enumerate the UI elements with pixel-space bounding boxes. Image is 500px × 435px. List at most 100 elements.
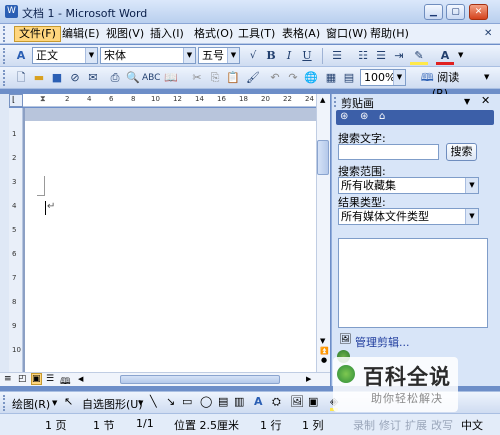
email-icon[interactable]: ✉ [84,69,102,87]
wordart-icon[interactable]: A [254,395,263,408]
tables-borders-icon[interactable]: ▦ [322,69,340,87]
close-button[interactable]: ✕ [469,4,488,20]
vertical-scrollbar[interactable]: ▲ ▼ ⏫ ● [316,94,330,372]
horizontal-scrollbar[interactable]: ≡ ◰ ▣ ☰ 🕮 ◀ ▶ [0,372,330,387]
search-input[interactable] [338,144,439,160]
back-icon[interactable]: ⊛ [340,111,348,122]
status-trk[interactable]: 修订 [379,417,401,433]
diagram-icon[interactable]: ⛭ [272,395,281,409]
font-color-button[interactable]: A [436,47,454,65]
document-page[interactable]: ↵ [25,121,316,372]
font-select[interactable]: 宋体 ▼ [100,47,196,64]
bulleted-list-icon[interactable]: ☰ [372,47,390,65]
task-pane-menu-icon[interactable]: ▼ [464,97,470,106]
outline-view-icon[interactable]: ☰ [46,374,54,384]
print-icon[interactable]: ⎙ [106,69,124,87]
reading-button[interactable]: 🕮 阅读(R) [412,69,468,100]
underline-button[interactable]: U [298,47,316,65]
menu-view[interactable]: 视图(V) [102,26,148,42]
task-pane-close-icon[interactable]: ✕ [481,94,490,107]
autoshapes-menu[interactable]: 自选图形(U) [82,396,143,412]
indent-marker-icon[interactable]: ⧗ [40,94,46,104]
scroll-down-icon[interactable]: ▼ [320,337,325,345]
print-preview-icon[interactable]: 🔍 [124,69,142,87]
status-rec[interactable]: 录制 [353,417,375,433]
spelling-icon[interactable]: ABC [142,69,160,87]
undo-icon[interactable]: ↶ [266,69,284,87]
search-scope-select[interactable]: 所有收藏集 ▼ [338,177,479,194]
toolbar-grip[interactable] [3,70,7,86]
help-icon[interactable]: ✕ [484,28,492,39]
font-size-select[interactable]: 五号 ▼ [198,47,240,64]
hscroll-thumb[interactable] [120,375,280,384]
format-painter-icon[interactable]: 🖌 [244,69,262,87]
select-browse-object-icon[interactable]: ● [321,356,327,364]
organize-clips-link[interactable]: 管理剪辑... [355,334,410,350]
print-layout-icon[interactable]: ▣ [31,373,42,385]
indent-icon[interactable]: ⇥ [390,47,408,65]
select-objects-icon[interactable]: ↖ [64,395,73,408]
forward-icon[interactable]: ⊛ [360,111,368,122]
scroll-right-icon[interactable]: ▶ [306,375,311,383]
results-type-select[interactable]: 所有媒体文件类型 ▼ [338,208,479,225]
chevron-down-icon[interactable]: ▼ [458,51,463,59]
permission-icon[interactable]: ⊘ [66,69,84,87]
italic-button[interactable]: I [280,47,298,65]
minimize-button[interactable]: ▁ [424,4,443,20]
style-select[interactable]: 正文 ▼ [32,47,98,64]
maximize-button[interactable]: ▢ [446,4,465,20]
oval-icon[interactable]: ◯ [200,395,212,408]
copy-icon[interactable]: ⎘ [206,69,224,87]
vertical-ruler[interactable]: 1 2 3 4 5 6 7 8 9 10 [9,108,23,372]
status-ovr[interactable]: 改写 [431,417,453,433]
clipart-icon[interactable]: 🖼 [290,395,304,408]
menu-file[interactable]: 文件(F) [14,26,61,42]
textbox-icon[interactable]: ▤ [218,395,228,408]
toolbar-grip[interactable] [3,395,7,411]
align-icon[interactable]: ☰ [328,47,346,65]
horizontal-ruler[interactable]: ⧗ 2 4 6 8 10 12 14 16 18 20 22 24 [9,94,318,107]
menu-format[interactable]: 格式(O) [190,26,237,42]
equation-icon[interactable]: √ [244,47,262,65]
tab-selector[interactable]: ⌊ [9,94,23,107]
numbered-list-icon[interactable]: ☷ [354,47,372,65]
hyperlink-icon[interactable]: 🌐 [302,69,320,87]
redo-icon[interactable]: ↷ [284,69,302,87]
insert-table-icon[interactable]: ▤ [340,69,358,87]
bold-button[interactable]: B [262,47,280,65]
menubar-grip[interactable] [3,26,7,42]
scroll-thumb[interactable] [317,140,329,175]
open-folder-icon[interactable]: ▬ [30,69,48,87]
picture-icon[interactable]: ▣ [308,395,318,408]
toolbar-grip[interactable] [3,48,7,64]
paste-icon[interactable]: 📋 [224,69,242,87]
styles-icon[interactable]: A [12,47,30,65]
menu-edit[interactable]: 编辑(E) [58,26,104,42]
scroll-left-icon[interactable]: ◀ [78,375,83,383]
research-icon[interactable]: 📖 [162,69,180,87]
search-button[interactable]: 搜索 [446,143,477,161]
save-icon[interactable]: ■ [48,69,66,87]
cut-icon[interactable]: ✂ [188,69,206,87]
arrow-icon[interactable]: ↘ [166,395,175,408]
menu-table[interactable]: 表格(A) [278,26,324,42]
status-ext[interactable]: 扩展 [405,417,427,433]
home-icon[interactable]: ⌂ [379,111,385,122]
chevron-down-icon[interactable]: ▼ [484,73,489,81]
line-icon[interactable]: ╲ [150,395,157,408]
highlight-icon[interactable]: ✎ [410,47,428,65]
draw-menu[interactable]: 绘图(R) [12,396,50,412]
web-view-icon[interactable]: ◰ [18,374,27,384]
normal-view-icon[interactable]: ≡ [4,374,12,384]
reading-view-icon[interactable]: 🕮 [60,374,71,390]
chevron-down-icon[interactable]: ▼ [138,399,143,407]
previous-page-icon[interactable]: ⏫ [320,347,329,355]
zoom-select[interactable]: 100% ▼ [360,69,406,86]
rectangle-icon[interactable]: ▭ [182,395,192,408]
menu-insert[interactable]: 插入(I) [146,26,188,42]
new-document-icon[interactable]: 🗋 [12,69,30,87]
vertical-textbox-icon[interactable]: ▥ [234,395,244,408]
menu-tools[interactable]: 工具(T) [234,26,279,42]
scroll-up-icon[interactable]: ▲ [320,96,325,104]
chevron-down-icon[interactable]: ▼ [52,399,57,407]
